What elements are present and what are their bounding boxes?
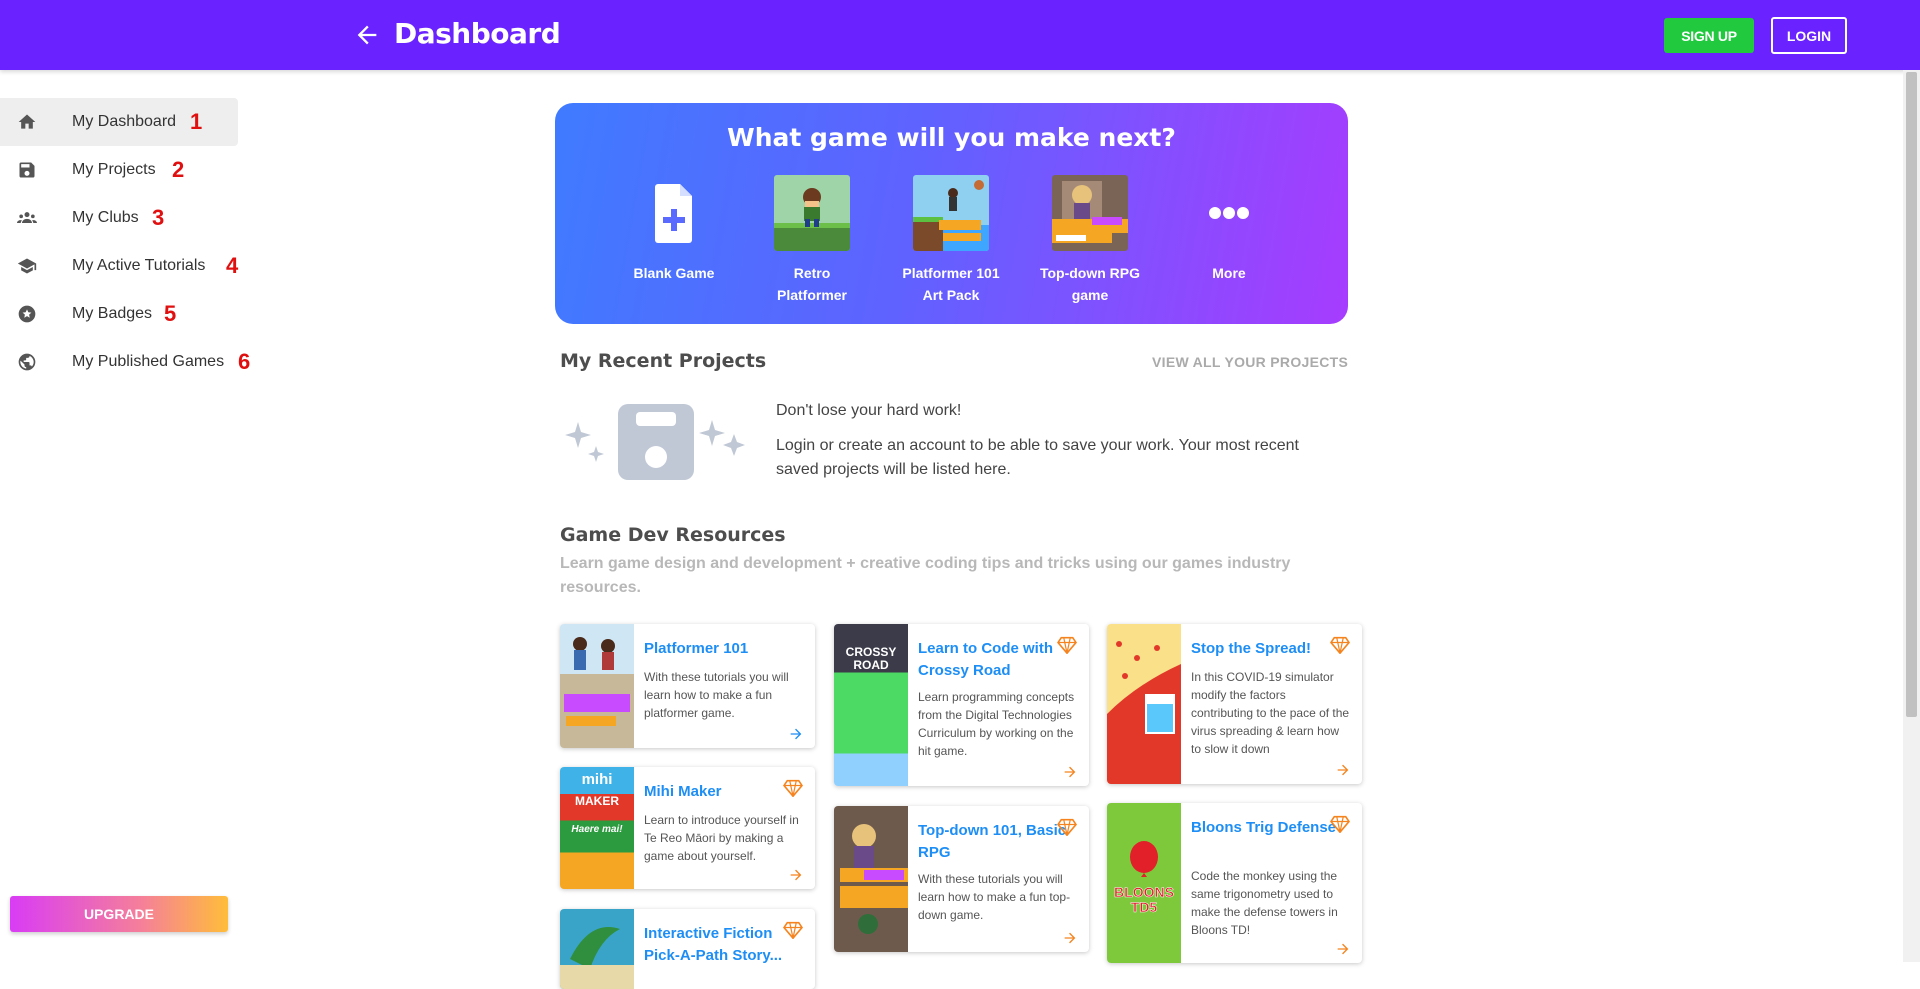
card-description: In this COVID-19 simulator modify the fa… [1191, 670, 1350, 756]
premium-gem-icon [1330, 815, 1350, 833]
sidebar-item-label: My Active Tutorials [72, 257, 206, 274]
annotation-number: 3 [152, 205, 165, 230]
arrow-right-icon[interactable] [787, 867, 805, 883]
new-file-icon [655, 184, 692, 243]
annotation-number: 5 [164, 301, 177, 326]
card-title: Interactive Fiction Pick-A-Path Story... [644, 925, 783, 964]
template-top-down-rpg[interactable]: Top-down RPG game [1035, 175, 1145, 306]
recent-projects-title: My Recent Projects [560, 350, 767, 372]
template-more[interactable]: More [1174, 175, 1284, 284]
card-title: Top-down 101, Basic RPG [918, 822, 1067, 861]
template-platformer-101-art-pack[interactable]: Platformer 101 Art Pack [896, 175, 1006, 306]
resource-card-interactive-fiction[interactable]: Interactive Fiction Pick-A-Path Story... [560, 909, 815, 989]
page-title: Dashboard [394, 17, 561, 50]
template-label: Top-down RPG game [1039, 265, 1141, 303]
premium-gem-icon [1330, 636, 1350, 654]
resource-card-bloons-trig-defense[interactable]: BLOONS TD5 Bloons Trig Defense Code the … [1107, 803, 1362, 963]
arrow-right-icon[interactable] [787, 726, 805, 742]
platformer-101-thumbnail [560, 624, 634, 748]
home-icon [18, 114, 36, 129]
card-title: Learn to Code with Crossy Road [918, 640, 1053, 679]
save-icon [19, 162, 35, 178]
sidebar-item-my-active-tutorials[interactable]: My Active Tutorials 4 [0, 242, 238, 290]
template-label: Platformer 101 Art Pack [902, 265, 1000, 303]
sidebar-item-label: My Published Games [72, 353, 225, 370]
arrow-right-icon[interactable] [1061, 764, 1079, 780]
sign-up-button[interactable]: SIGN UP [1664, 18, 1754, 53]
balloon-icon [1130, 841, 1158, 877]
mihi-maker-thumbnail: mihi MAKER Haere mai! [560, 767, 634, 889]
annotation-number: 4 [226, 253, 239, 278]
top-down-rpg-thumbnail [1052, 175, 1128, 251]
arrow-right-icon[interactable] [1334, 941, 1352, 957]
view-all-projects-link[interactable]: VIEW ALL YOUR PROJECTS [1152, 354, 1348, 370]
sidebar-item-label: My Projects [72, 161, 156, 178]
card-description: Learn to introduce yourself in Te Reo Mā… [644, 813, 799, 863]
card-title: Platformer 101 [644, 640, 749, 657]
save-prompt-body: Login or create an account to be able to… [776, 437, 1299, 478]
arrow-right-icon[interactable] [1061, 930, 1079, 946]
template-label: Retro Platformer [776, 265, 848, 303]
sidebar-item-my-badges[interactable]: My Badges 5 [0, 290, 238, 338]
banner-title: What game will you make next? [727, 123, 1176, 152]
interactive-fiction-thumbnail [560, 909, 634, 989]
sidebar-item-my-dashboard[interactable]: My Dashboard 1 [0, 98, 238, 146]
upgrade-button[interactable]: UPGRADE [10, 896, 228, 932]
card-description: With these tutorials you will learn how … [918, 872, 1071, 922]
premium-gem-icon [1057, 636, 1077, 654]
card-description: Code the monkey using the same trigonome… [1191, 869, 1338, 937]
sidebar-item-my-published-games[interactable]: My Published Games 6 [0, 338, 250, 386]
top-down-101-thumbnail [834, 806, 908, 952]
arrow-right-icon[interactable] [1334, 762, 1352, 778]
card-title: Bloons Trig Defense [1191, 819, 1337, 836]
badge-star-icon [18, 305, 36, 323]
login-button[interactable]: LOGIN [1771, 17, 1847, 54]
premium-gem-icon [1057, 818, 1077, 836]
card-title: Stop the Spread! [1191, 640, 1312, 657]
stop-the-spread-thumbnail [1107, 624, 1181, 784]
back-arrow-icon[interactable] [352, 21, 382, 49]
annotation-number: 6 [238, 349, 251, 374]
card-description: With these tutorials you will learn how … [644, 670, 789, 720]
group-icon [17, 212, 37, 223]
template-label: Blank Game [633, 265, 715, 281]
sidebar-item-label: My Clubs [72, 209, 139, 226]
sidebar-nav: My Dashboard 1 My Projects 2 My Clubs 3 … [0, 70, 250, 962]
resource-card-top-down-101[interactable]: Top-down 101, Basic RPG With these tutor… [834, 806, 1089, 952]
page-scrollbar-thumb[interactable] [1906, 72, 1917, 717]
resource-card-platformer-101[interactable]: Platformer 101 With these tutorials you … [560, 624, 815, 748]
retro-platformer-thumbnail [774, 175, 850, 251]
platformer-art-pack-thumbnail [913, 175, 989, 251]
annotation-number: 1 [190, 109, 203, 134]
resources-subtitle: Learn game design and development + crea… [560, 555, 1291, 596]
globe-icon [18, 353, 36, 371]
template-blank-game[interactable]: Blank Game [619, 175, 729, 284]
save-prompt-title: Don't lose your hard work! [776, 402, 962, 419]
sidebar-item-my-projects[interactable]: My Projects 2 [0, 146, 238, 194]
template-label: More [1212, 265, 1246, 281]
annotation-number: 2 [172, 157, 185, 182]
new-game-banner: What game will you make next? Blank Game… [555, 103, 1348, 324]
crossy-road-thumbnail: CROSSY ROAD [834, 624, 908, 786]
school-icon [17, 258, 37, 274]
top-app-bar: Dashboard SIGN UP LOGIN [0, 0, 1920, 70]
sidebar-item-label: My Badges [72, 305, 153, 322]
bloons-td5-thumbnail: BLOONS TD5 [1107, 803, 1181, 963]
template-retro-platformer[interactable]: Retro Platformer [757, 175, 867, 306]
resource-card-stop-the-spread[interactable]: Stop the Spread! In this COVID-19 simula… [1107, 624, 1362, 784]
premium-gem-icon [783, 921, 803, 939]
premium-gem-icon [783, 779, 803, 797]
resource-card-mihi-maker[interactable]: mihi MAKER Haere mai! Mihi Maker Learn t… [560, 767, 815, 889]
sidebar-item-my-clubs[interactable]: My Clubs 3 [0, 194, 238, 242]
resources-title: Game Dev Resources [560, 524, 786, 546]
more-dots-icon [1209, 207, 1249, 219]
floppy-sparkle-icon [565, 404, 745, 480]
card-description: Learn programming concepts from the Digi… [918, 690, 1075, 758]
card-title: Mihi Maker [644, 783, 722, 800]
sidebar-item-label: My Dashboard [72, 113, 177, 130]
resource-card-crossy-road[interactable]: CROSSY ROAD Learn to Code with Crossy Ro… [834, 624, 1089, 786]
